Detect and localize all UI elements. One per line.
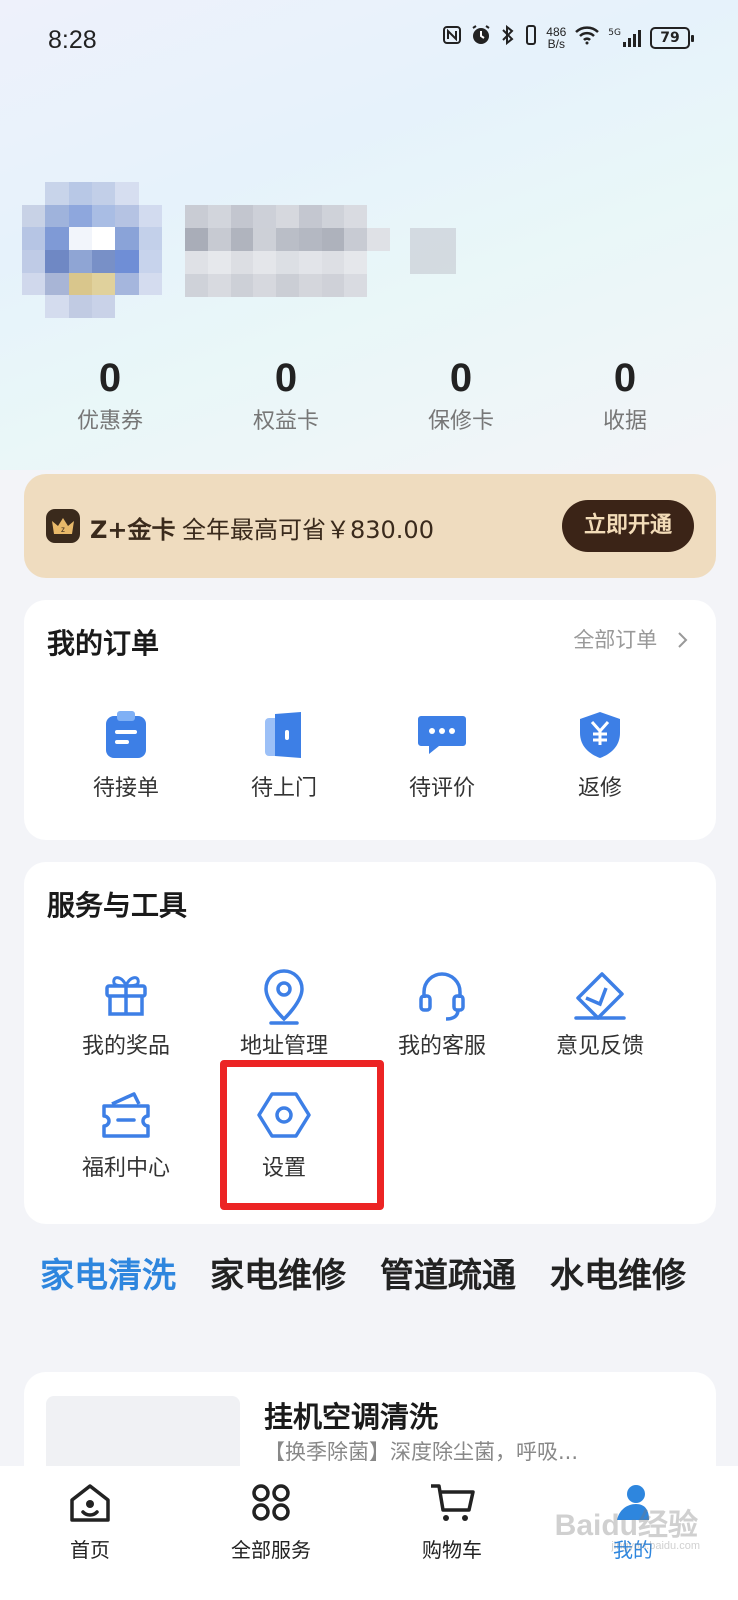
home-icon <box>70 1484 110 1522</box>
stat-coupons[interactable]: 0 优惠券 <box>50 355 170 435</box>
order-pending-visit[interactable]: 待上门 <box>204 710 364 802</box>
gold-card-title: Z+金卡 <box>90 516 176 544</box>
gold-card-banner[interactable]: z Z+金卡 全年最高可省￥830.00 立即开通 <box>24 474 716 578</box>
grid-icon <box>252 1484 290 1521</box>
stat-receipts[interactable]: 0 收据 <box>565 355 685 435</box>
member-level-badge[interactable] <box>410 228 456 274</box>
svg-text:z: z <box>61 525 65 534</box>
net-speed: 486 B/s <box>546 24 567 51</box>
tool-my-prizes[interactable]: 我的奖品 <box>46 968 206 1060</box>
orders-card: 我的订单 全部订单 待接单 待上门 待评价 返修 <box>24 600 716 840</box>
watermark-url: jingyan.baidu.com <box>611 1540 700 1552</box>
crown-icon: z <box>46 509 80 543</box>
tab-appliance-cleaning[interactable]: 家电清洗 <box>40 1248 176 1297</box>
settings-highlight-box <box>220 1060 384 1210</box>
feedback-icon <box>574 972 626 1020</box>
vibrate-icon <box>524 24 538 51</box>
tool-feedback[interactable]: 意见反馈 <box>520 968 680 1060</box>
order-pending-accept[interactable]: 待接单 <box>46 710 206 802</box>
status-bar: 8:28 486 B/s 5G 79 <box>0 0 738 84</box>
alarm-icon <box>470 24 492 51</box>
open-gold-card-button[interactable]: 立即开通 <box>562 500 694 552</box>
avatar[interactable] <box>22 182 162 318</box>
nfc-icon <box>442 25 462 50</box>
door-icon <box>265 712 301 758</box>
watermark: Baidu经验 <box>554 1509 698 1542</box>
product-title: 挂机空调清洗 <box>264 1400 439 1434</box>
category-tabs: 家电清洗 家电维修 管道疏通 水电维修 <box>0 1248 738 1298</box>
username <box>185 205 390 297</box>
wallet-icon <box>102 1092 150 1138</box>
location-pin-icon <box>264 969 304 1025</box>
tools-title: 服务与工具 <box>47 889 188 922</box>
tool-welfare-center[interactable]: 福利中心 <box>46 1090 206 1182</box>
battery-icon: 79 <box>650 26 694 49</box>
tool-address-management[interactable]: 地址管理 <box>204 968 364 1060</box>
gold-card-desc: 全年最高可省￥830.00 <box>182 516 434 544</box>
tab-appliance-repair[interactable]: 家电维修 <box>210 1248 346 1297</box>
signal-icon: 5G <box>608 28 642 48</box>
cart-icon <box>431 1484 475 1521</box>
orders-title: 我的订单 <box>47 627 160 660</box>
nav-cart[interactable]: 购物车 <box>382 1482 522 1563</box>
product-desc: 【换季除菌】深度除尘菌，呼吸... <box>264 1440 579 1464</box>
status-icons: 486 B/s 5G 79 <box>442 24 694 51</box>
nav-all-services[interactable]: 全部服务 <box>201 1482 341 1563</box>
wifi-icon <box>574 25 600 50</box>
clipboard-icon <box>106 711 146 758</box>
tab-plumbing-electrical[interactable]: 水电维修 <box>550 1248 686 1297</box>
headset-icon <box>419 972 465 1021</box>
order-pending-review[interactable]: 待评价 <box>362 710 522 802</box>
status-time: 8:28 <box>48 26 97 54</box>
stat-warranty-cards[interactable]: 0 保修卡 <box>401 355 521 435</box>
tab-pipe-dredging[interactable]: 管道疏通 <box>380 1248 516 1297</box>
order-repair[interactable]: 返修 <box>520 710 680 802</box>
stats-row: 0 优惠券 0 权益卡 0 保修卡 0 收据 <box>22 355 716 435</box>
bluetooth-icon <box>500 24 516 51</box>
chevron-right-icon <box>676 628 688 652</box>
yuan-shield-icon <box>580 712 620 758</box>
tool-customer-service[interactable]: 我的客服 <box>362 968 522 1060</box>
chat-bubble-icon <box>418 716 466 754</box>
gift-icon <box>105 976 147 1016</box>
nav-home[interactable]: 首页 <box>20 1482 160 1563</box>
all-orders-link[interactable]: 全部订单 <box>573 624 688 654</box>
stat-benefit-cards[interactable]: 0 权益卡 <box>226 355 346 435</box>
